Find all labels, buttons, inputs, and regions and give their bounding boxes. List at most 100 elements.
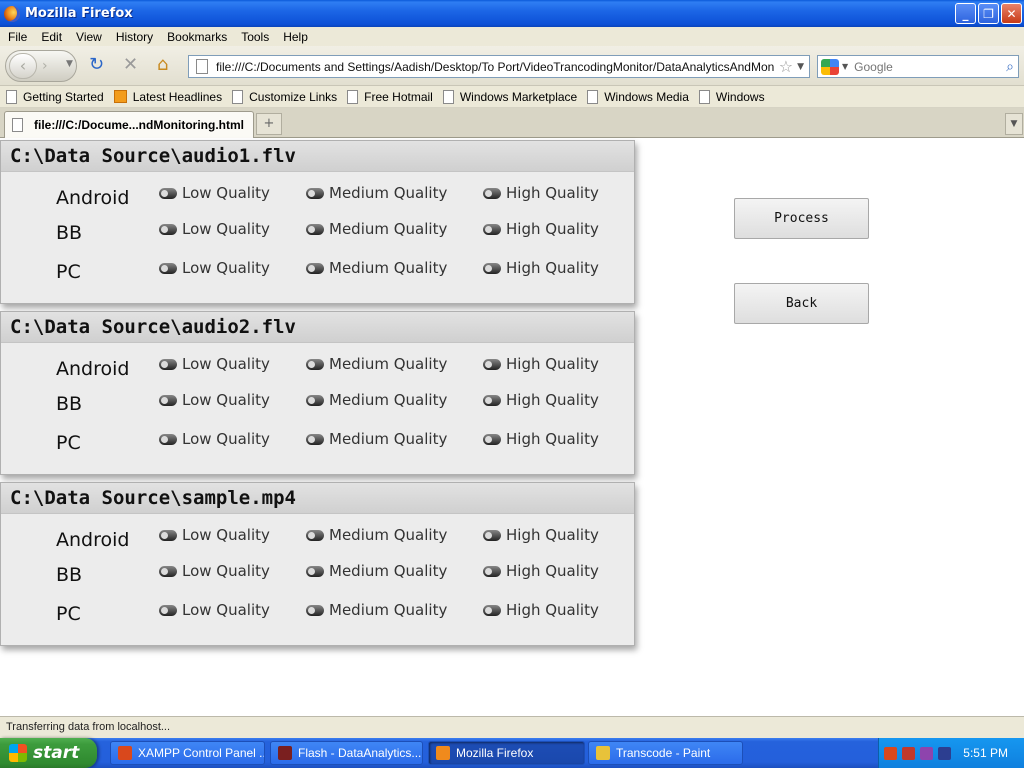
back-button[interactable]: Back xyxy=(734,283,869,324)
taskbar-item[interactable]: Transcode - Paint xyxy=(588,741,743,765)
menu-help[interactable]: Help xyxy=(277,30,314,44)
radio-button[interactable] xyxy=(483,394,501,406)
bookmark-windows-media[interactable]: Windows Media xyxy=(587,89,689,104)
low-quality-option[interactable]: Low Quality xyxy=(159,562,270,580)
security-shield-icon[interactable] xyxy=(902,746,915,760)
url-dropdown-icon[interactable]: ▼ xyxy=(797,62,804,72)
radio-button[interactable] xyxy=(483,187,501,199)
radio-button[interactable] xyxy=(159,433,177,445)
minimize-button[interactable]: _ xyxy=(955,3,976,24)
device-icon[interactable] xyxy=(938,746,951,760)
radio-button[interactable] xyxy=(483,529,501,541)
medium-quality-option[interactable]: Medium Quality xyxy=(306,526,447,544)
tab-current[interactable]: file:///C:/Docume...ndMonitoring.html xyxy=(4,111,254,138)
bookmark-windows[interactable]: Windows xyxy=(698,89,765,104)
process-button[interactable]: Process xyxy=(734,198,869,239)
medium-quality-option[interactable]: Medium Quality xyxy=(306,184,447,202)
menu-edit[interactable]: Edit xyxy=(35,30,68,44)
radio-button[interactable] xyxy=(483,433,501,445)
high-quality-option[interactable]: High Quality xyxy=(483,391,599,409)
medium-quality-option[interactable]: Medium Quality xyxy=(306,562,447,580)
maximize-button[interactable]: ❐ xyxy=(978,3,999,24)
radio-button[interactable] xyxy=(159,262,177,274)
close-button[interactable]: ✕ xyxy=(1001,3,1022,24)
bookmark-free-hotmail[interactable]: Free Hotmail xyxy=(347,89,433,104)
back-arrow-icon[interactable]: ‹ xyxy=(9,53,37,79)
radio-button[interactable] xyxy=(159,394,177,406)
radio-button[interactable] xyxy=(159,604,177,616)
radio-button[interactable] xyxy=(306,223,324,235)
radio-button[interactable] xyxy=(483,565,501,577)
radio-button[interactable] xyxy=(306,394,324,406)
high-quality-option[interactable]: High Quality xyxy=(483,562,599,580)
radio-button[interactable] xyxy=(483,358,501,370)
start-button[interactable]: start xyxy=(0,738,97,768)
radio-button[interactable] xyxy=(306,565,324,577)
bookmark-star-icon[interactable]: ☆ xyxy=(779,57,793,76)
radio-button[interactable] xyxy=(159,358,177,370)
google-icon[interactable] xyxy=(821,58,839,75)
address-bar[interactable]: file:///C:/Documents and Settings/Aadish… xyxy=(188,55,810,78)
medium-quality-option[interactable]: Medium Quality xyxy=(306,391,447,409)
reload-icon[interactable]: ↻ xyxy=(89,56,104,74)
radio-button[interactable] xyxy=(306,433,324,445)
home-icon[interactable]: ⌂ xyxy=(157,56,168,74)
high-quality-option[interactable]: High Quality xyxy=(483,220,599,238)
menu-bookmarks[interactable]: Bookmarks xyxy=(161,30,233,44)
medium-quality-option[interactable]: Medium Quality xyxy=(306,259,447,277)
high-quality-option[interactable]: High Quality xyxy=(483,601,599,619)
medium-quality-option[interactable]: Medium Quality xyxy=(306,430,447,448)
menu-history[interactable]: History xyxy=(110,30,159,44)
radio-button[interactable] xyxy=(159,223,177,235)
low-quality-option[interactable]: Low Quality xyxy=(159,259,270,277)
low-quality-option[interactable]: Low Quality xyxy=(159,391,270,409)
radio-button[interactable] xyxy=(306,604,324,616)
bookmark-getting-started[interactable]: Getting Started xyxy=(6,89,104,104)
menu-tools[interactable]: Tools xyxy=(235,30,275,44)
high-quality-option[interactable]: High Quality xyxy=(483,430,599,448)
taskbar-item[interactable]: Mozilla Firefox xyxy=(428,741,585,765)
low-quality-option[interactable]: Low Quality xyxy=(159,220,270,238)
bookmark-customize-links[interactable]: Customize Links xyxy=(232,89,337,104)
radio-button[interactable] xyxy=(306,262,324,274)
taskbar-item[interactable]: XAMPP Control Panel ... xyxy=(110,741,265,765)
radio-button[interactable] xyxy=(306,358,324,370)
search-input[interactable] xyxy=(854,59,995,74)
new-tab-button[interactable]: + xyxy=(256,113,282,135)
radio-button[interactable] xyxy=(159,187,177,199)
taskbar-item[interactable]: Flash - DataAnalytics... xyxy=(270,741,423,765)
menu-file[interactable]: File xyxy=(2,30,33,44)
low-quality-option[interactable]: Low Quality xyxy=(159,184,270,202)
medium-quality-option[interactable]: Medium Quality xyxy=(306,220,447,238)
radio-button[interactable] xyxy=(306,187,324,199)
radio-button[interactable] xyxy=(483,262,501,274)
high-quality-option[interactable]: High Quality xyxy=(483,259,599,277)
medium-quality-option[interactable]: Medium Quality xyxy=(306,601,447,619)
search-engine-dropdown-icon[interactable]: ▼ xyxy=(842,62,848,71)
window-titlebar[interactable]: Mozilla Firefox _ ❐ ✕ xyxy=(0,0,1024,27)
high-quality-option[interactable]: High Quality xyxy=(483,184,599,202)
bookmark-windows-marketplace[interactable]: Windows Marketplace xyxy=(442,89,577,104)
radio-button[interactable] xyxy=(483,223,501,235)
low-quality-option[interactable]: Low Quality xyxy=(159,355,270,373)
network-icon[interactable] xyxy=(920,746,933,760)
search-icon[interactable]: ⌕ xyxy=(1006,59,1014,75)
radio-button[interactable] xyxy=(159,565,177,577)
radio-button[interactable] xyxy=(306,529,324,541)
bookmark-latest-headlines[interactable]: Latest Headlines xyxy=(113,90,222,104)
history-dropdown-icon[interactable]: ▼ xyxy=(66,59,73,69)
radio-button[interactable] xyxy=(159,529,177,541)
low-quality-option[interactable]: Low Quality xyxy=(159,601,270,619)
url-text[interactable]: file:///C:/Documents and Settings/Aadish… xyxy=(216,60,775,74)
low-quality-option[interactable]: Low Quality xyxy=(159,526,270,544)
high-quality-option[interactable]: High Quality xyxy=(483,526,599,544)
forward-arrow-icon[interactable]: › xyxy=(42,58,48,74)
high-quality-option[interactable]: High Quality xyxy=(483,355,599,373)
radio-button[interactable] xyxy=(483,604,501,616)
xampp-tray-icon[interactable] xyxy=(884,746,897,760)
low-quality-option[interactable]: Low Quality xyxy=(159,430,270,448)
tab-list-dropdown-icon[interactable]: ▼ xyxy=(1005,113,1023,135)
menu-view[interactable]: View xyxy=(70,30,108,44)
stop-icon[interactable]: ✕ xyxy=(123,56,138,74)
medium-quality-option[interactable]: Medium Quality xyxy=(306,355,447,373)
